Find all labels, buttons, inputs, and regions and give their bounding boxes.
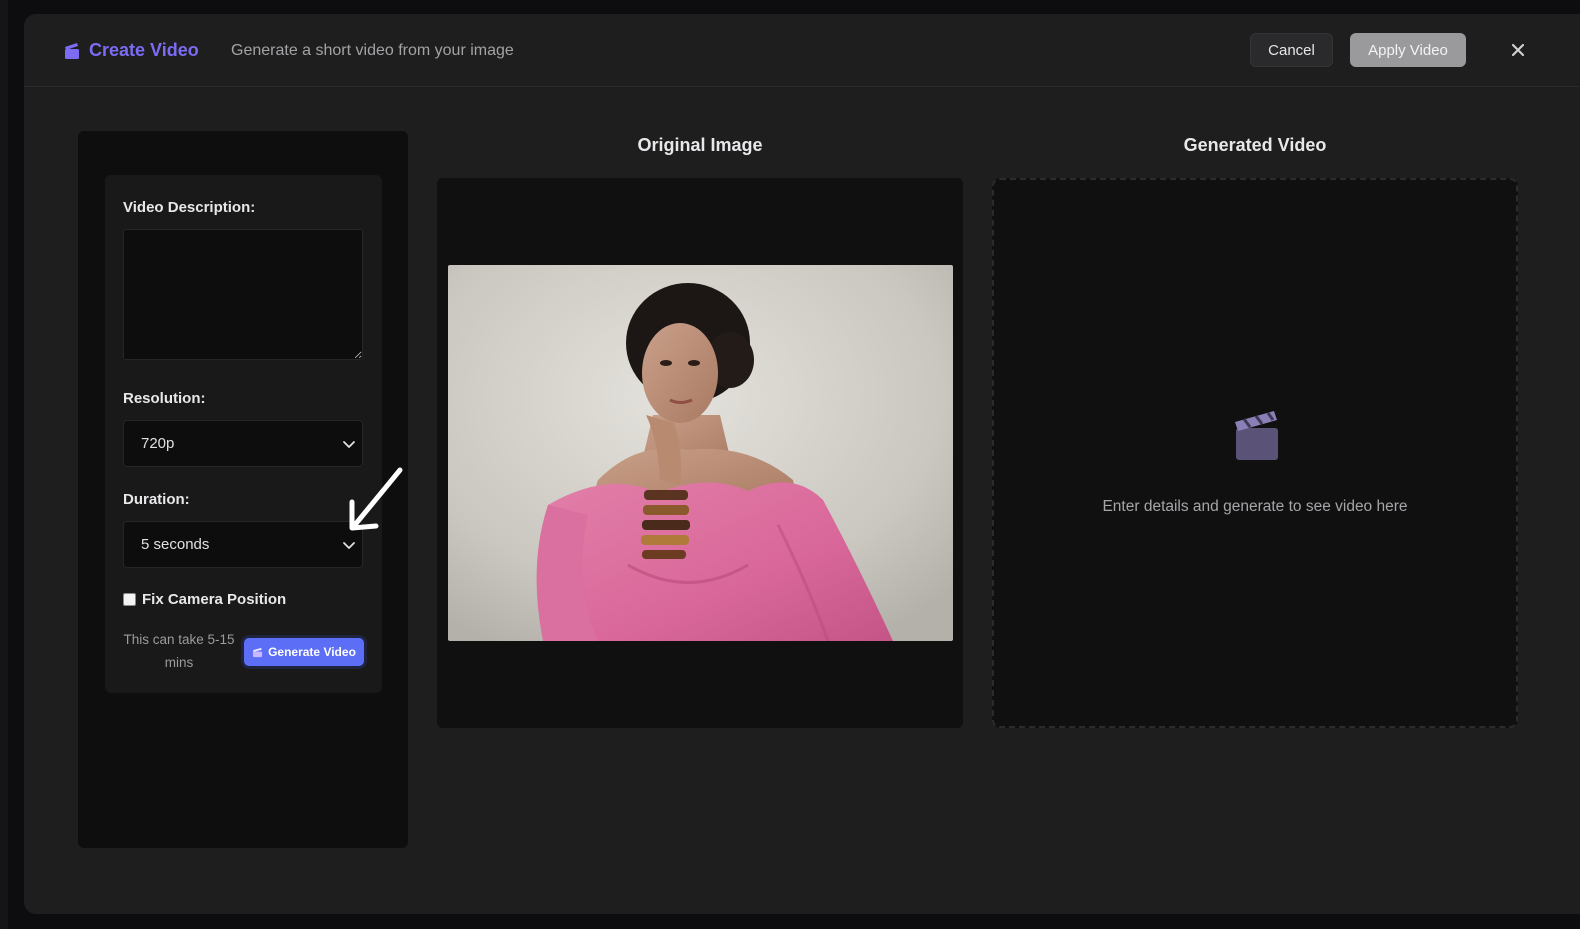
brand: Create Video	[64, 40, 199, 61]
clapperboard-icon	[252, 647, 263, 657]
duration-hint: This can take 5-15 mins	[123, 632, 235, 670]
settings-form: Video Description: Resolution: 720p Dura…	[105, 175, 382, 693]
duration-value: 5 seconds	[141, 536, 210, 553]
chevron-down-icon	[343, 441, 355, 448]
fix-camera-row[interactable]: Fix Camera Position	[123, 591, 286, 608]
resolution-value: 720p	[141, 435, 175, 452]
modal-header: Create Video Generate a short video from…	[24, 14, 1580, 87]
backdrop-strip	[0, 0, 8, 929]
create-video-modal: Create Video Generate a short video from…	[24, 14, 1580, 914]
original-image-title: Original Image	[637, 135, 763, 155]
duration-label: Duration:	[123, 491, 190, 508]
chevron-down-icon	[343, 542, 355, 549]
clapperboard-icon	[65, 42, 79, 59]
generated-video-placeholder: Enter details and generate to see video …	[1102, 498, 1408, 515]
resolution-select[interactable]: 720p	[123, 420, 363, 467]
original-image	[448, 265, 953, 641]
original-image-panel	[437, 178, 963, 728]
page-title: Create Video	[89, 40, 199, 60]
close-icon	[1511, 43, 1525, 57]
resolution-label: Resolution:	[123, 390, 206, 407]
generated-video-title: Generated Video	[1183, 135, 1327, 155]
fix-camera-checkbox[interactable]	[123, 593, 136, 606]
duration-select[interactable]: 5 seconds	[123, 521, 363, 568]
page-subtitle: Generate a short video from your image	[231, 42, 514, 59]
video-description-input[interactable]	[123, 229, 363, 360]
video-description-label: Video Description:	[123, 199, 256, 216]
pointer-arrow-icon	[349, 467, 403, 531]
portrait-photo	[448, 265, 953, 641]
cancel-button[interactable]: Cancel	[1250, 33, 1333, 67]
apply-video-button[interactable]: Apply Video	[1350, 33, 1466, 67]
generate-video-button[interactable]: Generate Video	[244, 638, 364, 666]
fix-camera-label: Fix Camera Position	[142, 591, 287, 608]
clapperboard-icon	[1235, 411, 1278, 460]
generate-video-label: Generate Video	[268, 645, 356, 659]
close-button[interactable]	[1506, 38, 1530, 62]
generated-video-panel: Enter details and generate to see video …	[992, 178, 1518, 728]
